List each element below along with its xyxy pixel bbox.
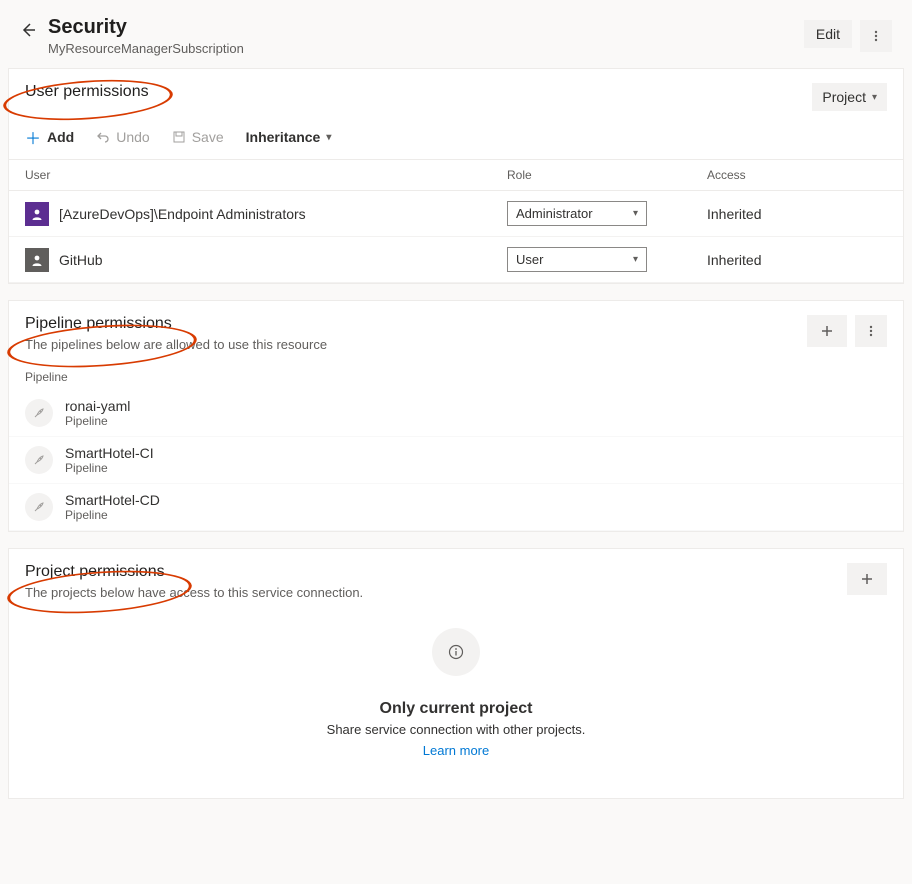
col-user: User bbox=[25, 168, 507, 182]
pipeline-name: SmartHotel-CD bbox=[65, 492, 160, 508]
col-role: Role bbox=[507, 168, 707, 182]
scope-label: Project bbox=[822, 89, 866, 105]
user-permissions-toolbar: ＋ Add Undo Save Inheritance ▾ bbox=[9, 119, 903, 159]
rocket-icon bbox=[25, 446, 53, 474]
info-icon bbox=[432, 628, 480, 676]
list-item[interactable]: SmartHotel-CI Pipeline bbox=[9, 437, 903, 484]
pipeline-permissions-panel: Pipeline permissions The pipelines below… bbox=[8, 300, 904, 532]
pipeline-type: Pipeline bbox=[65, 461, 154, 475]
user-table-header: User Role Access bbox=[9, 159, 903, 191]
user-permissions-panel: User permissions Project ▾ ＋ Add Undo Sa… bbox=[8, 68, 904, 284]
role-select[interactable]: User ▾ bbox=[507, 247, 647, 272]
rocket-icon bbox=[25, 399, 53, 427]
user-name: GitHub bbox=[59, 252, 103, 268]
edit-button[interactable]: Edit bbox=[804, 20, 852, 48]
page-subtitle: MyResourceManagerSubscription bbox=[48, 41, 804, 56]
pipeline-name: ronai-yaml bbox=[65, 398, 130, 414]
back-arrow-icon[interactable] bbox=[20, 22, 36, 38]
role-value: Administrator bbox=[516, 206, 593, 221]
pipeline-permissions-desc: The pipelines below are allowed to use t… bbox=[25, 337, 807, 352]
plus-icon bbox=[860, 572, 874, 586]
rocket-icon bbox=[25, 493, 53, 521]
learn-more-link[interactable]: Learn more bbox=[423, 743, 489, 758]
chevron-down-icon: ▾ bbox=[633, 254, 638, 265]
list-item[interactable]: ronai-yaml Pipeline bbox=[9, 390, 903, 437]
add-project-button[interactable] bbox=[847, 563, 887, 595]
pipeline-name: SmartHotel-CI bbox=[65, 445, 154, 461]
pipeline-more-icon[interactable] bbox=[855, 315, 887, 347]
user-avatar-icon bbox=[25, 248, 49, 272]
table-row: [AzureDevOps]\Endpoint Administrators Ad… bbox=[9, 191, 903, 237]
undo-button: Undo bbox=[96, 129, 149, 145]
add-button[interactable]: ＋ Add bbox=[25, 125, 74, 149]
user-avatar-icon bbox=[25, 202, 49, 226]
empty-title: Only current project bbox=[9, 700, 903, 718]
save-icon bbox=[172, 130, 186, 144]
plus-icon: ＋ bbox=[25, 125, 41, 149]
access-value: Inherited bbox=[707, 252, 887, 268]
chevron-down-icon: ▾ bbox=[633, 208, 638, 219]
chevron-down-icon: ▾ bbox=[872, 92, 877, 103]
access-value: Inherited bbox=[707, 206, 887, 222]
save-button: Save bbox=[172, 129, 224, 145]
table-row: GitHub User ▾ Inherited bbox=[9, 237, 903, 283]
plus-icon bbox=[820, 324, 834, 338]
pipeline-column-header: Pipeline bbox=[9, 360, 903, 390]
role-value: User bbox=[516, 252, 543, 267]
pipeline-permissions-title: Pipeline permissions bbox=[25, 315, 807, 333]
project-permissions-desc: The projects below have access to this s… bbox=[25, 585, 847, 600]
project-permissions-title: Project permissions bbox=[25, 563, 847, 581]
undo-icon bbox=[96, 130, 110, 144]
pipeline-type: Pipeline bbox=[65, 414, 130, 428]
user-permissions-title: User permissions bbox=[25, 83, 812, 101]
project-permissions-panel: Project permissions The projects below h… bbox=[8, 548, 904, 799]
scope-dropdown[interactable]: Project ▾ bbox=[812, 83, 887, 111]
col-access: Access bbox=[707, 168, 887, 182]
chevron-down-icon: ▾ bbox=[326, 132, 331, 143]
header-more-icon[interactable] bbox=[860, 20, 892, 52]
role-select[interactable]: Administrator ▾ bbox=[507, 201, 647, 226]
inheritance-dropdown[interactable]: Inheritance ▾ bbox=[246, 129, 332, 145]
empty-subtitle: Share service connection with other proj… bbox=[9, 722, 903, 737]
user-name: [AzureDevOps]\Endpoint Administrators bbox=[59, 206, 306, 222]
list-item[interactable]: SmartHotel-CD Pipeline bbox=[9, 484, 903, 531]
project-empty-state: Only current project Share service conne… bbox=[9, 608, 903, 798]
page-title: Security bbox=[48, 16, 804, 39]
page-header: Security MyResourceManagerSubscription E… bbox=[0, 0, 912, 68]
add-pipeline-button[interactable] bbox=[807, 315, 847, 347]
pipeline-type: Pipeline bbox=[65, 508, 160, 522]
